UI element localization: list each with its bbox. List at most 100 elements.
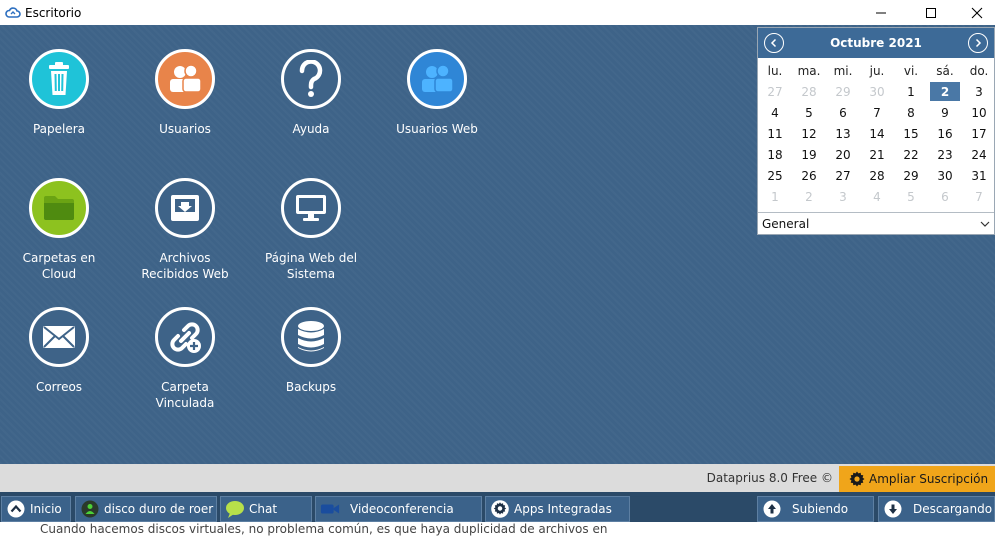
calendar-day[interactable]: 4 [860,186,894,207]
calendar-day[interactable]: 2 [792,186,826,207]
calendar-day[interactable]: 22 [894,144,928,165]
folder-icon [29,178,89,238]
calendar-day[interactable]: 6 [826,102,860,123]
calendar-day[interactable]: 30 [860,81,894,102]
minimize-icon [876,12,886,13]
calendar-day[interactable]: 11 [758,123,792,144]
integrated-apps-button[interactable]: Apps Integradas [485,496,630,522]
desktop-icon-backups[interactable]: Backups [256,307,366,395]
version-label: Dataprius 8.0 Free © [706,471,833,485]
calendar-day[interactable]: 10 [962,102,995,123]
calendar-day[interactable]: 12 [792,123,826,144]
calendar-day[interactable]: 25 [758,165,792,186]
help-icon [281,49,341,109]
calendar-day[interactable]: 23 [928,144,962,165]
upgrade-subscription-button[interactable]: Ampliar Suscripción [839,466,995,492]
calendar-day[interactable]: 28 [792,81,826,102]
calendar-day[interactable]: 19 [792,144,826,165]
disk-label: disco duro de roer [104,502,214,516]
close-button[interactable] [954,0,995,25]
title-bar: Escritorio [0,0,995,25]
calendar-day[interactable]: 6 [928,186,962,207]
calendar-day[interactable]: 1 [758,186,792,207]
upload-arrow-icon [762,499,782,519]
inbox-icon [155,178,215,238]
desktop-icon-pagina-web[interactable]: Página Web del Sistema [256,178,366,282]
desktop-icon-usuarios-web[interactable]: Usuarios Web [382,49,492,137]
user-status-icon [80,499,100,519]
web-users-icon [407,49,467,109]
desktop-icon-correos[interactable]: Correos [4,307,114,395]
gear-icon [490,499,510,519]
calendar-day[interactable]: 29 [894,165,928,186]
chevron-down-icon [980,221,990,227]
chevron-right-icon [975,38,982,48]
calendar-day[interactable]: 26 [792,165,826,186]
calendar-day[interactable]: 29 [826,81,860,102]
calendar-day[interactable]: 4 [758,102,792,123]
icon-label: Ayuda [292,122,330,136]
calendar-day[interactable]: 5 [792,102,826,123]
database-icon [281,307,341,367]
icon-label: Archivos Recibidos Web [141,251,229,281]
desktop-icon-ayuda[interactable]: Ayuda [256,49,366,137]
background-document-strip: Cuando hacemos discos virtuales, no prob… [0,522,995,536]
downloading-label: Descargando [913,502,993,516]
calendar-day[interactable]: 3 [962,81,995,102]
next-month-button[interactable] [967,33,988,53]
icon-label: Correos [35,380,83,394]
maximize-button[interactable] [908,0,954,25]
uploading-button[interactable]: Subiendo [757,496,874,522]
calendar-filter-select[interactable]: General [758,212,994,234]
weekday-label: do. [969,63,989,78]
downloading-button[interactable]: Descargando [878,496,995,522]
start-button[interactable]: Inicio [1,496,71,522]
calendar-day[interactable]: 2 [930,82,960,101]
calendar-day[interactable]: 7 [962,186,995,207]
calendar-day[interactable]: 3 [826,186,860,207]
calendar-day[interactable]: 28 [860,165,894,186]
download-arrow-icon [883,499,903,519]
calendar-day[interactable]: 30 [928,165,962,186]
window-title: Escritorio [25,5,82,20]
calendar-grid: lu. ma. mi. ju. vi. sá. do. 27 28 29 30 1 2 3 4 5 6 7 8 9 10… [758,58,994,207]
maximize-icon [926,7,936,18]
monitor-icon [281,178,341,238]
desktop-icon-papelera[interactable]: Papelera [4,49,114,137]
calendar-day[interactable]: 24 [962,144,995,165]
calendar-day[interactable]: 17 [962,123,995,144]
prev-month-button[interactable] [764,33,784,53]
desktop-icon-carpeta-vinculada[interactable]: Carpeta Vinculada [130,307,240,411]
weekday-label: ma. [797,63,821,78]
videoconference-button[interactable]: Videoconferencia [315,496,482,522]
calendar-day[interactable]: 16 [928,123,962,144]
calendar-day[interactable]: 5 [894,186,928,207]
icon-label: Backups [285,380,337,394]
calendar-day[interactable]: 13 [826,123,860,144]
cloud-app-icon [4,4,22,22]
desktop-icon-archivos-recibidos[interactable]: Archivos Recibidos Web [130,178,240,282]
calendar-day[interactable]: 27 [758,81,792,102]
icon-label: Página Web del Sistema [264,251,358,281]
desktop-area: Papelera Usuarios Ayuda Usuarios Web Car… [0,25,995,464]
minimize-button[interactable] [858,0,904,25]
calendar-day[interactable]: 8 [894,102,928,123]
desktop-icon-usuarios[interactable]: Usuarios [130,49,240,137]
weekday-label: lu. [767,63,783,78]
disk-button[interactable]: disco duro de roer [75,496,217,522]
calendar-day[interactable]: 18 [758,144,792,165]
calendar-day[interactable]: 7 [860,102,894,123]
calendar-day[interactable]: 9 [928,102,962,123]
desktop-icon-carpetas-cloud[interactable]: Carpetas en Cloud [4,178,114,282]
calendar-day[interactable]: 31 [962,165,995,186]
chat-button[interactable]: Chat [220,496,312,522]
calendar-day[interactable]: 14 [860,123,894,144]
calendar-day[interactable]: 21 [860,144,894,165]
calendar-day[interactable]: 27 [826,165,860,186]
calendar-day[interactable]: 15 [894,123,928,144]
start-label: Inicio [30,502,62,516]
calendar-day[interactable]: 1 [894,81,928,102]
calendar-day[interactable]: 20 [826,144,860,165]
calendar-header: Octubre 2021 [758,28,994,58]
calendar-widget: Octubre 2021 lu. ma. mi. ju. vi. sá. do. 27 28 29… [757,27,995,235]
